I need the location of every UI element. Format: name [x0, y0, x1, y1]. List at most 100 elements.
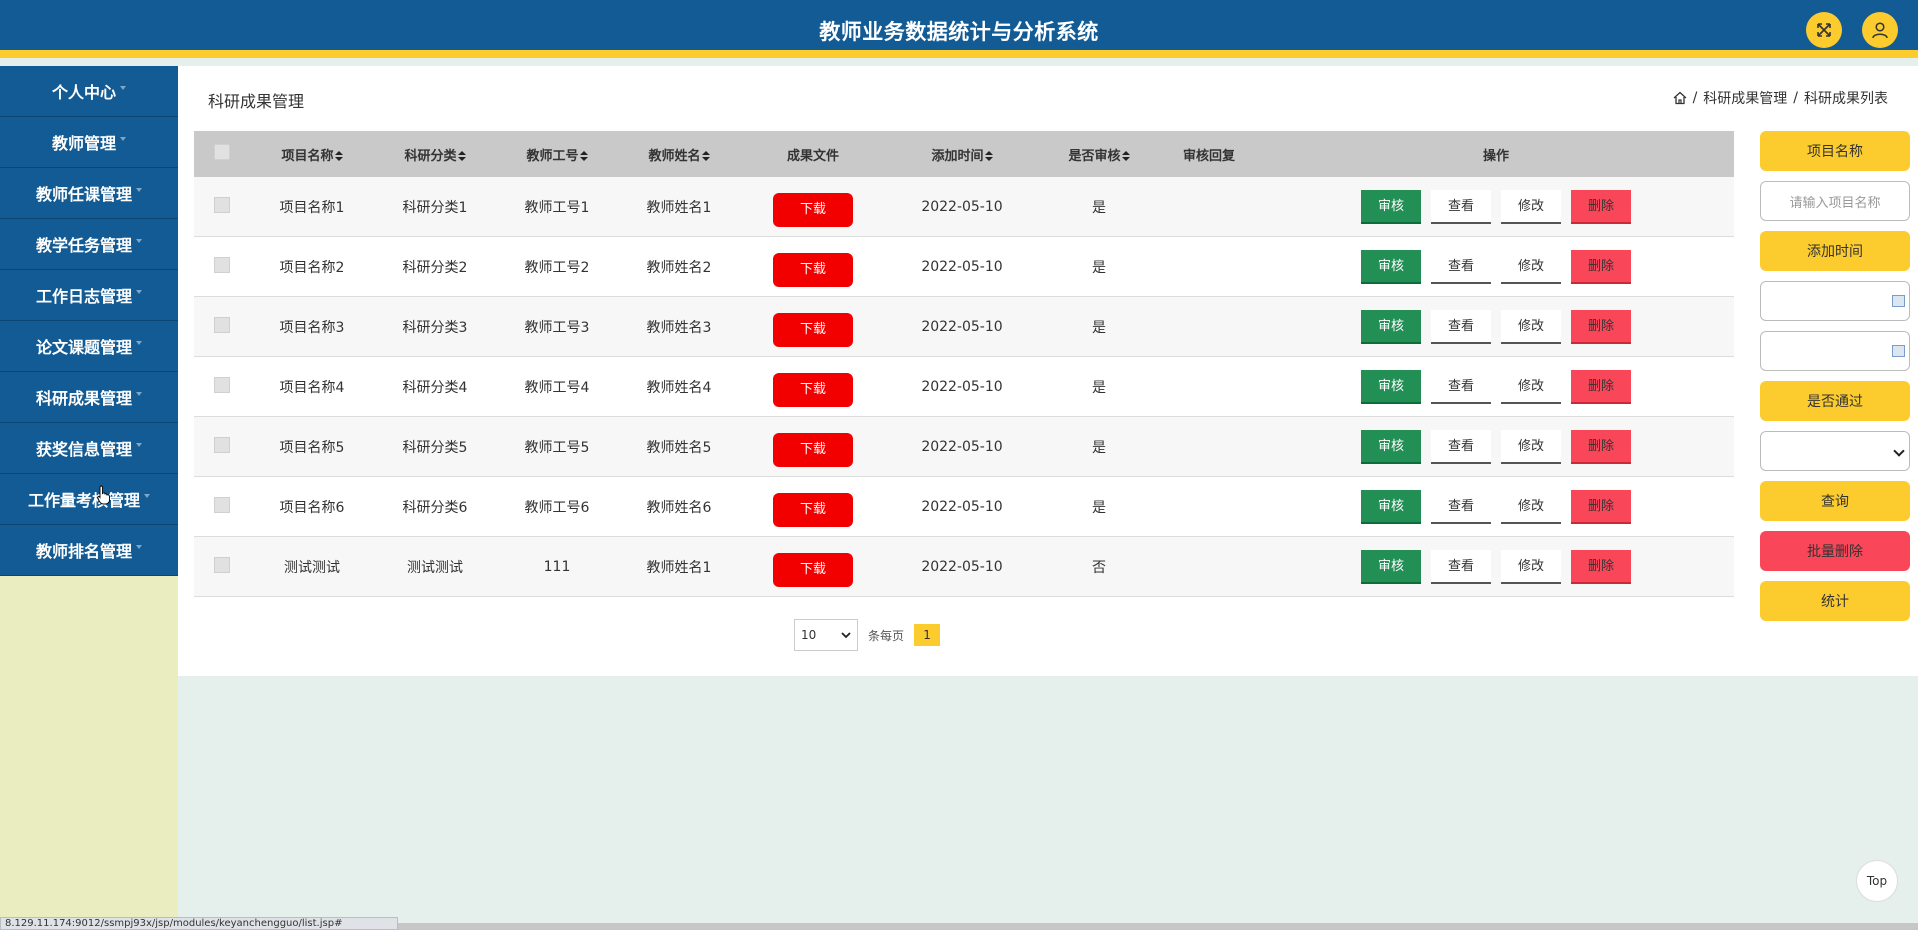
status-url: 8.129.11.174:9012/ssmpj93x/jsp/modules/k…	[0, 917, 398, 930]
calendar-icon[interactable]	[1892, 345, 1905, 357]
row-checkbox[interactable]	[214, 256, 230, 273]
delete-button[interactable]: 删除	[1571, 549, 1631, 584]
row-checkbox[interactable]	[214, 376, 230, 393]
back-to-top-button[interactable]: Top	[1856, 860, 1898, 902]
cell-time: 2022-05-10	[921, 198, 1003, 215]
delete-button[interactable]: 删除	[1571, 429, 1631, 464]
row-checkbox[interactable]	[214, 436, 230, 453]
stats-button[interactable]: 统计	[1760, 581, 1910, 621]
delete-button[interactable]: 删除	[1571, 249, 1631, 284]
batch-delete-button[interactable]: 批量删除	[1760, 531, 1910, 571]
view-button[interactable]: 查看	[1431, 489, 1491, 524]
row-checkbox[interactable]	[214, 196, 230, 213]
table-row: 项目名称6 科研分类6 教师工号6 教师姓名6 下载 2022-05-10 是 审核 查看 修改删…	[194, 477, 1734, 537]
sidebar-item-award[interactable]: 获奖信息管理	[0, 423, 178, 474]
download-button[interactable]: 下载	[773, 252, 853, 287]
end-date-input[interactable]	[1760, 331, 1910, 371]
sidebar-item-label: 个人中心	[51, 83, 116, 102]
breadcrumb-separator: /	[1692, 90, 1698, 106]
header-passed[interactable]: 是否审核	[1038, 145, 1160, 164]
view-button[interactable]: 查看	[1431, 549, 1491, 584]
delete-button[interactable]: 删除	[1571, 369, 1631, 404]
table-body: 项目名称1 科研分类1 教师工号1 教师姓名1 下载 2022-05-10 是审核 查看 修改删…	[194, 177, 1734, 597]
view-button[interactable]: 查看	[1431, 429, 1491, 464]
header-teacher-no[interactable]: 教师工号	[496, 145, 618, 164]
edit-button[interactable]: 修改	[1501, 369, 1561, 404]
download-button[interactable]: 下载	[773, 312, 853, 347]
view-button[interactable]: 查看	[1431, 309, 1491, 344]
header-reply: 审核回复	[1182, 148, 1235, 164]
delete-button[interactable]: 删除	[1571, 489, 1631, 524]
calendar-icon[interactable]	[1892, 295, 1905, 307]
header-name[interactable]: 项目名称	[250, 145, 374, 164]
cell-passed: 是	[1092, 439, 1106, 456]
caret-down-icon	[144, 494, 150, 498]
breadcrumb-level1[interactable]: 科研成果管理	[1703, 88, 1787, 108]
breadcrumb-level2: 科研成果列表	[1804, 91, 1888, 107]
audit-button[interactable]: 审核	[1361, 309, 1421, 344]
sidebar-item-paper-topic[interactable]: 论文课题管理	[0, 321, 178, 372]
row-checkbox[interactable]	[214, 556, 230, 573]
sidebar-item-teacher[interactable]: 教师管理	[0, 117, 178, 168]
cell-teacher-name: 教师姓名1	[646, 559, 712, 576]
audit-button[interactable]: 审核	[1361, 549, 1421, 584]
sidebar-item-label: 工作日志管理	[35, 287, 132, 306]
sidebar-item-research-result[interactable]: 科研成果管理	[0, 372, 178, 423]
audit-button[interactable]: 审核	[1361, 489, 1421, 524]
header-teacher-name[interactable]: 教师姓名	[618, 145, 740, 164]
cell-teacher-name: 教师姓名4	[646, 379, 712, 396]
view-button[interactable]: 查看	[1431, 369, 1491, 404]
sidebar-item-personal-center[interactable]: 个人中心	[0, 66, 178, 117]
download-button[interactable]: 下载	[773, 492, 853, 527]
header-time[interactable]: 添加时间	[886, 145, 1038, 164]
download-button[interactable]: 下载	[773, 432, 853, 467]
query-button[interactable]: 查询	[1760, 481, 1910, 521]
cell-name: 项目名称3	[279, 319, 345, 336]
search-panel: 项目名称 请输入项目名称 添加时间 是否通过 查询 批量删除 统计	[1760, 131, 1910, 631]
edit-button[interactable]: 修改	[1501, 249, 1561, 284]
page-size-select[interactable]: 10	[794, 619, 858, 651]
name-search-input[interactable]: 请输入项目名称	[1760, 181, 1910, 221]
pass-select[interactable]	[1760, 431, 1910, 471]
download-button[interactable]: 下载	[773, 552, 853, 587]
select-all-checkbox[interactable]	[214, 144, 230, 160]
edit-button[interactable]: 修改	[1501, 549, 1561, 584]
user-button[interactable]	[1862, 12, 1898, 48]
download-button[interactable]: 下载	[773, 192, 853, 227]
cell-time: 2022-05-10	[921, 258, 1003, 275]
delete-button[interactable]: 删除	[1571, 189, 1631, 224]
cell-name: 项目名称2	[279, 259, 345, 276]
sidebar-item-teaching-course[interactable]: 教师任课管理	[0, 168, 178, 219]
home-icon[interactable]	[1673, 91, 1687, 105]
cell-teacher-no: 教师工号3	[524, 319, 590, 336]
fullscreen-button[interactable]	[1806, 12, 1842, 48]
audit-button[interactable]: 审核	[1361, 429, 1421, 464]
cell-teacher-name: 教师姓名2	[646, 259, 712, 276]
sidebar-item-work-log[interactable]: 工作日志管理	[0, 270, 178, 321]
row-checkbox[interactable]	[214, 496, 230, 513]
delete-button[interactable]: 删除	[1571, 309, 1631, 344]
edit-button[interactable]: 修改	[1501, 189, 1561, 224]
cell-teacher-no: 教师工号2	[524, 259, 590, 276]
edit-button[interactable]: 修改	[1501, 429, 1561, 464]
header-category[interactable]: 科研分类	[374, 145, 496, 164]
audit-button[interactable]: 审核	[1361, 249, 1421, 284]
table-header: 项目名称 科研分类 教师工号 教师姓名 成果文件 添加时间 是否审核 审核回复 …	[194, 131, 1734, 177]
row-checkbox[interactable]	[214, 316, 230, 333]
download-button[interactable]: 下载	[773, 372, 853, 407]
sidebar-item-teaching-task[interactable]: 教学任务管理	[0, 219, 178, 270]
sidebar-item-workload[interactable]: 工作量考核管理	[0, 474, 178, 525]
sidebar-item-ranking[interactable]: 教师排名管理	[0, 525, 178, 576]
edit-button[interactable]: 修改	[1501, 489, 1561, 524]
expand-icon	[1817, 23, 1831, 37]
audit-button[interactable]: 审核	[1361, 189, 1421, 224]
sidebar-item-label: 教师排名管理	[35, 542, 132, 561]
view-button[interactable]: 查看	[1431, 189, 1491, 224]
audit-button[interactable]: 审核	[1361, 369, 1421, 404]
start-date-input[interactable]	[1760, 281, 1910, 321]
edit-button[interactable]: 修改	[1501, 309, 1561, 344]
cell-name: 测试测试	[284, 559, 340, 576]
view-button[interactable]: 查看	[1431, 249, 1491, 284]
table-row: 项目名称2 科研分类2 教师工号2 教师姓名2 下载 2022-05-10 是 审核 查看 修改删…	[194, 237, 1734, 297]
page-number-current[interactable]: 1	[914, 624, 941, 646]
